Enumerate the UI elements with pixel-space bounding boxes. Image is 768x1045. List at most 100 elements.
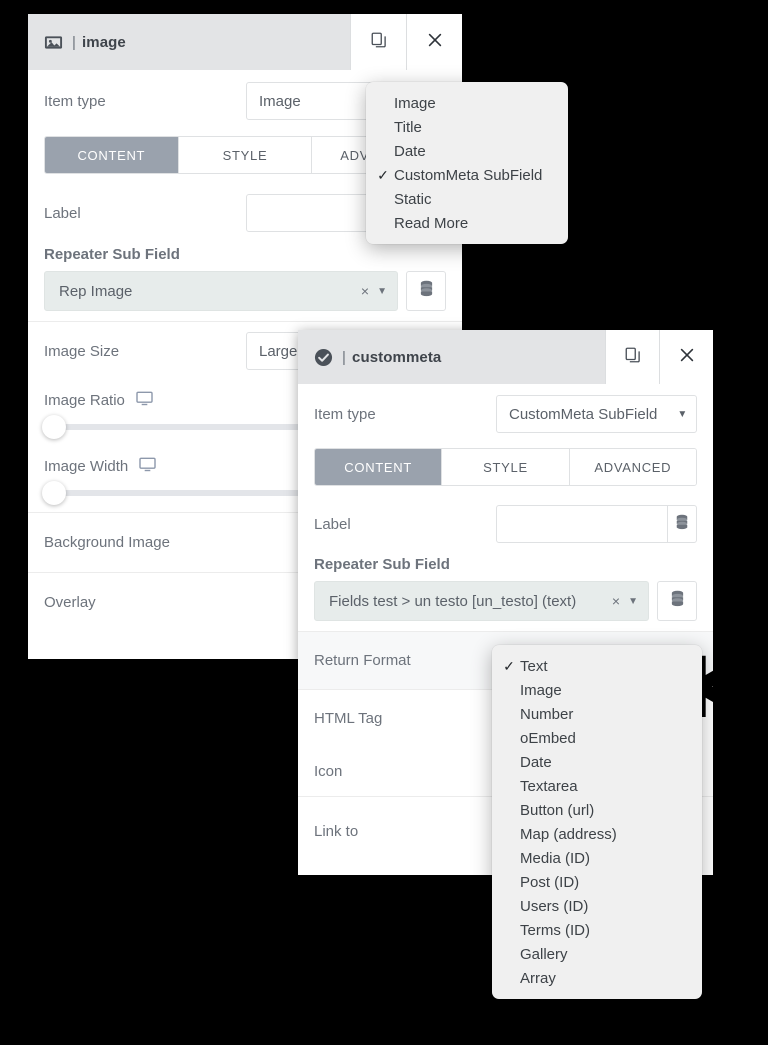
menu-item-image[interactable]: Image (492, 678, 702, 702)
menu-item-button-url-label: Button (url) (520, 801, 595, 819)
panel-custommeta-title: custommeta (352, 348, 442, 366)
item-type-label: Item type (314, 405, 376, 423)
image-size-label: Image Size (44, 342, 120, 360)
menu-item-gallery-label: Gallery (520, 945, 568, 963)
duplicate-button[interactable] (605, 330, 659, 384)
label-field-label: Label (314, 515, 351, 533)
row-repeater-sub-field: Fields test > un testo [un_testo] (text)… (298, 581, 713, 631)
menu-item-number-label: Number (520, 705, 574, 723)
image-width-text: Image Width (44, 457, 129, 475)
menu-item-date[interactable]: Date (366, 139, 568, 163)
label-field-label: Label (44, 204, 81, 222)
menu-item-oembed-label: oEmbed (520, 729, 576, 747)
database-icon (670, 590, 685, 612)
panel-custommeta-title-group: | custommeta (298, 330, 605, 384)
item-type-value: Image (259, 92, 301, 110)
image-ratio-text: Image Ratio (44, 391, 125, 409)
menu-item-number[interactable]: Number (492, 702, 702, 726)
panel-image-title-separator: | (72, 33, 76, 51)
row-repeater-sub-field: Rep Image × ▼ (28, 271, 462, 321)
repeater-sub-field-value: Rep Image (59, 282, 133, 300)
tab-content[interactable]: CONTENT (315, 449, 443, 485)
menu-item-terms-id-label: Terms (ID) (520, 921, 590, 939)
menu-item-media-id-label: Media (ID) (520, 849, 591, 867)
item-type-label: Item type (44, 92, 106, 110)
menu-item-image-label: Image (394, 94, 436, 112)
link-to-label: Link to (314, 822, 359, 840)
desktop-icon[interactable] (139, 457, 156, 476)
menu-item-array[interactable]: Array (492, 966, 702, 990)
item-type-select[interactable]: CustomMeta SubField ▼ (496, 395, 697, 433)
repeater-dynamic-button[interactable] (406, 271, 446, 311)
screen-canvas: | image Item type Image CONTENT STYLE La… (0, 0, 768, 1045)
menu-item-image-label: Image (520, 681, 562, 699)
icon-row-label: Icon (314, 762, 343, 780)
repeater-sub-field-label: Repeater Sub Field (314, 556, 450, 573)
tab-style[interactable]: STYLE (442, 449, 570, 485)
image-ratio-slider-knob[interactable] (42, 415, 66, 439)
repeater-caret-icon[interactable]: ▼ (377, 286, 387, 297)
menu-item-button-url[interactable]: Button (url) (492, 798, 702, 822)
menu-item-gallery[interactable]: Gallery (492, 942, 702, 966)
image-width-slider-knob[interactable] (42, 481, 66, 505)
image-width-label: Image Width (44, 457, 156, 476)
menu-item-users-id[interactable]: Users (ID) (492, 894, 702, 918)
label-field-input[interactable] (497, 506, 668, 542)
panel-custommeta-tabs: CONTENT STYLE ADVANCED (314, 448, 697, 486)
label-field-group (496, 505, 697, 543)
tab-content[interactable]: CONTENT (45, 137, 179, 173)
close-button[interactable] (406, 14, 462, 70)
menu-item-read-more-label: Read More (394, 214, 469, 232)
menu-check-text: ✓ (503, 657, 515, 674)
menu-check-custommeta-subfield: ✓ (377, 166, 389, 183)
menu-item-map-address[interactable]: Map (address) (492, 822, 702, 846)
menu-item-textarea-label: Textarea (520, 777, 578, 795)
menu-item-terms-id[interactable]: Terms (ID) (492, 918, 702, 942)
panel-custommeta-header: | custommeta (298, 330, 713, 384)
close-icon (426, 31, 444, 54)
desktop-icon[interactable] (136, 391, 153, 410)
repeater-dynamic-button[interactable] (657, 581, 697, 621)
duplicate-icon (370, 31, 388, 54)
menu-item-image[interactable]: Image (366, 91, 568, 115)
panel-image-title: image (82, 33, 126, 51)
background-image-label: Background Image (44, 534, 170, 551)
menu-item-title[interactable]: Title (366, 115, 568, 139)
menu-item-oembed[interactable]: oEmbed (492, 726, 702, 750)
repeater-clear-icon[interactable]: × (351, 283, 377, 299)
menu-item-post-id-label: Post (ID) (520, 873, 580, 891)
close-icon (678, 346, 696, 369)
close-button[interactable] (659, 330, 713, 384)
repeater-sub-field-select[interactable]: Rep Image × ▼ (44, 271, 398, 311)
overlay-label: Overlay (44, 594, 96, 611)
repeater-sub-field-select[interactable]: Fields test > un testo [un_testo] (text)… (314, 581, 649, 621)
chevron-down-icon: ▼ (677, 408, 688, 420)
menu-item-post-id[interactable]: Post (ID) (492, 870, 702, 894)
tab-style[interactable]: STYLE (178, 137, 313, 173)
menu-item-static-label: Static (394, 190, 432, 208)
panel-custommeta-title-separator: | (342, 348, 346, 366)
repeater-sub-field-label: Repeater Sub Field (44, 246, 180, 263)
html-tag-label: HTML Tag (314, 709, 383, 727)
menu-item-media-id[interactable]: Media (ID) (492, 846, 702, 870)
label-dynamic-button[interactable] (667, 505, 696, 543)
menu-item-text[interactable]: ✓ Text (492, 654, 702, 678)
database-icon (675, 514, 689, 535)
menu-item-read-more[interactable]: Read More (366, 211, 568, 235)
duplicate-button[interactable] (350, 14, 406, 70)
tab-advanced[interactable]: ADVANCED (569, 449, 696, 485)
menu-item-custommeta-subfield-label: CustomMeta SubField (394, 166, 543, 184)
duplicate-icon (624, 346, 642, 369)
repeater-sub-field-value: Fields test > un testo [un_testo] (text) (329, 592, 577, 610)
menu-item-custommeta-subfield[interactable]: ✓ CustomMeta SubField (366, 163, 568, 187)
menu-item-text-label: Text (520, 657, 548, 675)
repeater-clear-icon[interactable]: × (602, 593, 628, 609)
menu-item-date-label: Date (394, 142, 426, 160)
repeater-caret-icon[interactable]: ▼ (628, 596, 638, 607)
row-item-type: Item type CustomMeta SubField ▼ (298, 384, 713, 444)
check-circle-icon (314, 348, 333, 367)
menu-item-static[interactable]: Static (366, 187, 568, 211)
database-icon (419, 280, 434, 302)
menu-item-date[interactable]: Date (492, 750, 702, 774)
menu-item-textarea[interactable]: Textarea (492, 774, 702, 798)
